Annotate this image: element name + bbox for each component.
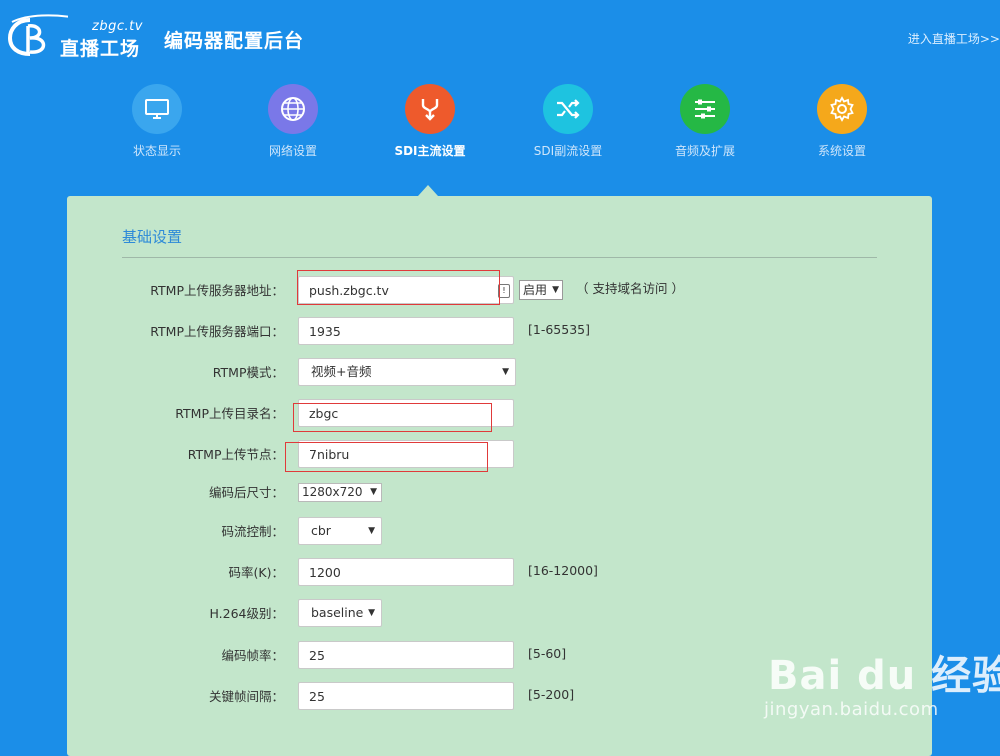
server-address-label: RTMP上传服务器地址： [150, 283, 284, 298]
brand-logo[interactable]: zbgc.tv 直播工场 [8, 12, 148, 60]
row-rate-control: 码流控制： cbr ▼ [67, 517, 932, 547]
domain-support-hint: （ 支持域名访问 ） [576, 281, 684, 296]
framerate-label: 编码帧率： [221, 648, 284, 663]
keyframe-interval-input[interactable]: 25 [298, 682, 514, 710]
directory-label: RTMP上传目录名： [175, 406, 284, 421]
encoded-size-value: 1280x720 [302, 485, 363, 499]
globe-icon [268, 84, 318, 134]
nav-label: 网络设置 [268, 144, 317, 158]
logo-b-icon [8, 14, 68, 56]
keyframe-interval-hint: [5-200] [528, 687, 575, 702]
watermark-logo: Bai du 经验 [768, 653, 1000, 699]
section-divider [122, 257, 877, 258]
row-node: RTMP上传节点： 7nibru [67, 440, 932, 470]
chevron-down-icon: ▼ [552, 285, 559, 295]
logo-brand-name: 直播工场 [60, 38, 141, 60]
node-input[interactable]: 7nibru [298, 440, 514, 468]
nav-label: 状态显示 [132, 144, 181, 158]
chevron-down-icon: ▼ [502, 367, 509, 377]
sliders-icon [680, 84, 730, 134]
chevron-down-icon: ▼ [368, 526, 375, 536]
nav-label: SDI副流设置 [533, 144, 603, 158]
enable-select[interactable]: 启用 ▼ [519, 280, 563, 300]
keyframe-interval-label: 关键帧间隔： [208, 689, 284, 704]
framerate-hint: [5-60] [528, 646, 567, 661]
row-h264-level: H.264级别： baseline ▼ [67, 599, 932, 629]
server-port-hint: [1-65535] [528, 322, 590, 337]
node-label: RTMP上传节点： [187, 447, 284, 462]
section-title: 基础设置 [122, 228, 183, 246]
server-address-input[interactable]: push.zbgc.tv [298, 276, 514, 304]
row-server-port: RTMP上传服务器端口： 1935 [1-65535] [67, 317, 932, 347]
watermark-url: jingyan.baidu.com [764, 699, 939, 720]
rtmp-mode-label: RTMP模式： [212, 365, 284, 380]
main-nav: 状态显示 网络设置 SDI主流设置 SDI副流设置 音频及扩展 系统设置 [0, 84, 1000, 164]
rate-control-select[interactable]: cbr ▼ [298, 517, 382, 545]
rate-control-label: 码流控制： [221, 524, 284, 539]
row-bitrate: 码率(K)： 1200 [16-12000] [67, 558, 932, 588]
baidu-jingyan-watermark: Bai du 经验 jingyan.baidu.com [758, 643, 1000, 743]
nav-item-sdi-main[interactable]: SDI主流设置 [375, 84, 485, 159]
bitrate-hint: [16-12000] [528, 563, 598, 578]
h264-level-value: baseline [311, 605, 364, 620]
bitrate-input[interactable]: 1200 [298, 558, 514, 586]
enter-platform-link[interactable]: 进入直播工场>> [908, 30, 1000, 47]
rtmp-mode-value: 视频+音频 [311, 364, 372, 379]
fork-arrow-icon [405, 84, 455, 134]
bitrate-label: 码率(K)： [228, 565, 284, 580]
h264-level-label: H.264级别： [209, 606, 284, 621]
row-encoded-size: 编码后尺寸： 1280x720 ▼ [67, 478, 932, 508]
encoded-size-label: 编码后尺寸： [208, 485, 284, 500]
nav-item-system[interactable]: 系统设置 [787, 84, 897, 159]
gear-icon [817, 84, 867, 134]
row-directory: RTMP上传目录名： zbgc [67, 399, 932, 429]
logo-domain: zbgc.tv [92, 19, 143, 34]
monitor-icon [132, 84, 182, 134]
site-title: 编码器配置后台 [164, 30, 305, 52]
autofill-icon[interactable]: ! [498, 284, 510, 298]
rtmp-mode-select[interactable]: 视频+音频 ▼ [298, 358, 516, 386]
enable-select-value: 启用 [523, 283, 548, 297]
chevron-down-icon: ▼ [370, 487, 377, 497]
active-nav-pointer [418, 185, 438, 196]
nav-item-sdi-sub[interactable]: SDI副流设置 [513, 84, 623, 159]
row-server-address: RTMP上传服务器地址： push.zbgc.tv ! 启用 ▼ （ 支持域名访… [67, 276, 932, 306]
nav-label: 音频及扩展 [674, 144, 735, 158]
h264-level-select[interactable]: baseline ▼ [298, 599, 382, 627]
nav-label: 系统设置 [817, 144, 866, 158]
rate-control-value: cbr [311, 523, 331, 538]
directory-input[interactable]: zbgc [298, 399, 514, 427]
server-port-label: RTMP上传服务器端口： [150, 324, 284, 339]
chevron-down-icon: ▼ [368, 608, 375, 618]
shuffle-icon [543, 84, 593, 134]
framerate-input[interactable]: 25 [298, 641, 514, 669]
row-rtmp-mode: RTMP模式： 视频+音频 ▼ [67, 358, 932, 388]
nav-item-status[interactable]: 状态显示 [102, 84, 212, 159]
encoded-size-select[interactable]: 1280x720 ▼ [298, 483, 382, 502]
nav-item-network[interactable]: 网络设置 [238, 84, 348, 159]
server-port-input[interactable]: 1935 [298, 317, 514, 345]
nav-item-audio[interactable]: 音频及扩展 [650, 84, 760, 159]
nav-label: SDI主流设置 [394, 144, 466, 158]
